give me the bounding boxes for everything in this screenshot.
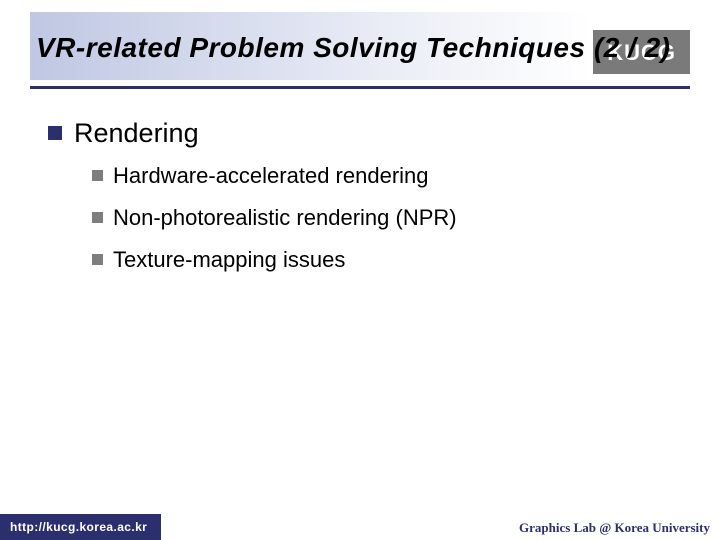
footer-url: http://kucg.korea.ac.kr	[0, 514, 161, 540]
square-bullet-icon	[48, 126, 62, 140]
slide: VR-related Problem Solving Techniques (2…	[0, 0, 720, 540]
list-item: Texture-mapping issues	[113, 247, 345, 273]
footer-credit: Graphics Lab @ Korea University	[519, 520, 710, 536]
list-item: Non-photorealistic rendering (NPR)	[113, 205, 457, 231]
list-item: Hardware-accelerated rendering	[113, 163, 429, 189]
bullet-level2: Non-photorealistic rendering (NPR)	[92, 205, 668, 231]
divider	[30, 86, 690, 89]
square-bullet-icon	[92, 170, 103, 181]
content-area: Rendering Hardware-accelerated rendering…	[48, 118, 668, 289]
title-bar: VR-related Problem Solving Techniques (2…	[30, 10, 690, 85]
square-bullet-icon	[92, 254, 103, 265]
bullet-level2: Texture-mapping issues	[92, 247, 668, 273]
bullet-level2: Hardware-accelerated rendering	[92, 163, 668, 189]
heading-text: Rendering	[74, 118, 199, 149]
slide-title: VR-related Problem Solving Techniques (2…	[30, 31, 670, 65]
square-bullet-icon	[92, 212, 103, 223]
bullet-level1: Rendering	[48, 118, 668, 149]
